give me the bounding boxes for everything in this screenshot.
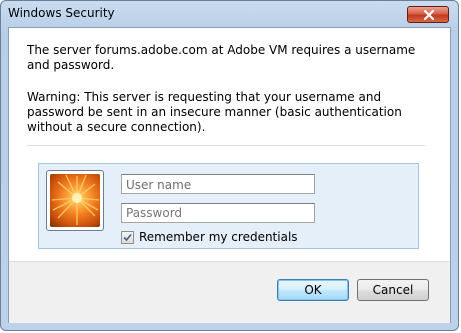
button-bar: OK Cancel	[9, 261, 450, 323]
username-input[interactable]	[121, 174, 315, 194]
ok-button[interactable]: OK	[277, 279, 349, 301]
window-title: Windows Security	[8, 6, 115, 20]
flower-icon	[50, 174, 100, 227]
password-input[interactable]: Password	[121, 203, 315, 223]
remember-credentials[interactable]: Remember my credentials	[121, 230, 298, 244]
checkmark-icon	[123, 233, 132, 241]
server-message: The server forums.adobe.com at Adobe VM …	[27, 43, 416, 72]
close-icon	[423, 10, 435, 20]
user-avatar	[46, 170, 104, 231]
dialog-content: The server forums.adobe.com at Adobe VM …	[8, 27, 451, 323]
cancel-button[interactable]: Cancel	[357, 279, 429, 301]
remember-checkbox[interactable]	[121, 230, 134, 244]
divider	[27, 145, 425, 146]
security-dialog: Windows Security The server forums.adobe…	[0, 0, 459, 331]
remember-label: Remember my credentials	[139, 230, 298, 244]
credential-tile: Password Remember my credentials	[38, 163, 419, 249]
warning-message: Warning: This server is requesting that …	[27, 90, 402, 134]
close-button[interactable]	[407, 6, 449, 23]
title-bar[interactable]: Windows Security	[1, 1, 458, 27]
password-placeholder: Password	[126, 206, 183, 220]
